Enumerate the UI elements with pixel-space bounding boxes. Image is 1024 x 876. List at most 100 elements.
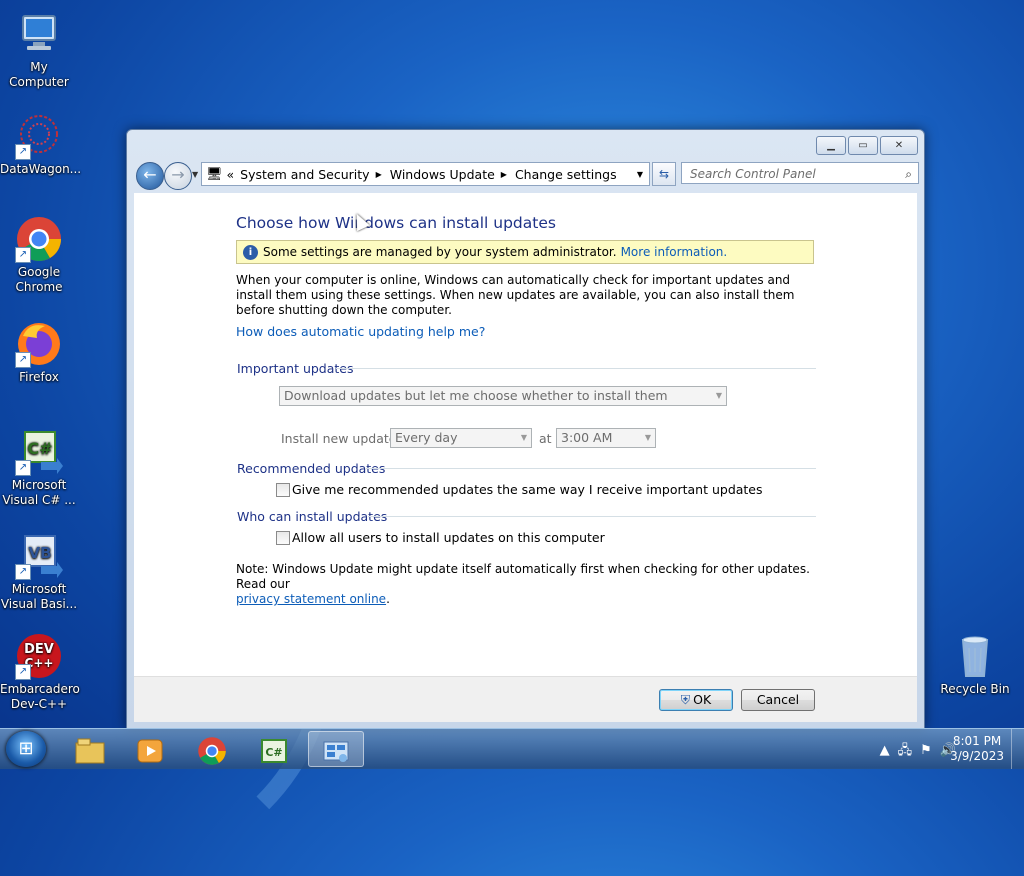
close-button[interactable]: ✕ [880, 136, 918, 155]
action-center-flag-icon[interactable]: ⚑ [920, 743, 940, 758]
shortcut-arrow-icon: ↗ [15, 460, 31, 476]
breadcrumb-change-settings[interactable]: Change settings [515, 167, 617, 182]
allow-all-users-label[interactable]: Allow all users to install updates on th… [292, 530, 605, 545]
control-panel-icon: 🖥 [206, 166, 223, 182]
desktop-icon-visual-basic[interactable]: VB ↗ Microsoft Visual Basi... [0, 532, 78, 612]
install-label: Install new updates: [281, 431, 408, 446]
computer-icon [15, 10, 63, 58]
desktop-icon-label: Microsoft Visual Basi... [0, 582, 78, 611]
clock-time: 8:01 PM [952, 734, 1002, 748]
divider [366, 468, 816, 469]
install-day-value: Every day [395, 430, 458, 445]
desktop-icon-visual-csharp[interactable]: C# ↗ Microsoft Visual C# ... [0, 428, 78, 508]
firefox-icon: ↗ [15, 320, 63, 368]
breadcrumb-arrow-icon[interactable]: ▶ [376, 170, 382, 179]
chevron-down-icon: ▼ [644, 433, 651, 442]
who-can-install-heading: Who can install updates [237, 509, 388, 524]
shortcut-arrow-icon: ↗ [15, 564, 31, 580]
page-title: Choose how Windows can install updates [236, 214, 556, 232]
svg-text:VB: VB [28, 544, 51, 562]
show-hidden-icons-icon[interactable]: ▲ [880, 743, 898, 758]
shortcut-arrow-icon: ↗ [15, 664, 31, 680]
desktop-icon-label: DataWagon... [0, 162, 82, 176]
back-button[interactable]: ← [136, 162, 164, 190]
ok-button[interactable]: ⛨ OK [659, 689, 733, 711]
recommended-updates-label[interactable]: Give me recommended updates the same way… [292, 482, 763, 497]
desktop-icon-label: Microsoft Visual C# ... [2, 478, 76, 507]
svg-text:C#: C# [265, 746, 282, 759]
desktop-icon-label: Embarcadero Dev-C++ [0, 682, 80, 711]
install-day-select[interactable]: Every day ▼ [390, 428, 532, 448]
divider [368, 516, 816, 517]
info-icon: i [243, 244, 258, 260]
update-mode-select[interactable]: Download updates but let me choose wheth… [279, 386, 727, 406]
visual-csharp-taskbar-icon[interactable]: C# [246, 731, 302, 767]
minimize-button[interactable]: ▁ [816, 136, 846, 155]
description-text: When your computer is online, Windows ca… [236, 273, 795, 317]
windows-update-settings-window: ▁ ▭ ✕ ← → ▼ 🖥 « System and Security ▶ Wi… [126, 129, 925, 729]
info-text: Some settings are managed by your system… [263, 245, 617, 259]
recommended-updates-heading: Recommended updates [237, 461, 386, 476]
more-information-link[interactable]: More information. [621, 245, 728, 259]
desktop-icon-label: Google Chrome [15, 265, 63, 294]
chevron-down-icon: ▼ [520, 433, 527, 442]
control-panel-taskbar-icon[interactable] [308, 731, 364, 767]
note-end: . [386, 592, 390, 606]
devcpp-icon: DEV C++ ↗ [15, 632, 63, 680]
allow-all-users-checkbox[interactable] [276, 531, 290, 545]
ok-label: OK [693, 692, 712, 707]
desktop-icon-chrome[interactable]: ↗ Google Chrome [0, 215, 78, 295]
divider [336, 368, 816, 369]
note-body: Note: Windows Update might update itself… [236, 562, 810, 591]
shortcut-arrow-icon: ↗ [15, 352, 31, 368]
desktop-icon-label: Recycle Bin [940, 682, 1010, 696]
start-button[interactable]: ⊞ [6, 731, 46, 767]
install-time-select[interactable]: 3:00 AM ▼ [556, 428, 656, 448]
shortcut-arrow-icon: ↗ [15, 247, 31, 263]
recent-pages-chevron-icon[interactable]: ▼ [192, 170, 198, 179]
clock-date: 3/9/2023 [950, 749, 1004, 763]
breadcrumb-windows-update[interactable]: Windows Update [390, 167, 495, 182]
svg-text:DEV: DEV [24, 642, 54, 657]
desktop-icon-datawagon[interactable]: ↗ DataWagon... [0, 112, 82, 177]
help-link[interactable]: How does automatic updating help me? [236, 324, 485, 339]
chevron-down-icon: ▼ [715, 391, 722, 400]
address-bar[interactable]: 🖥 « System and Security ▶ Windows Update… [201, 162, 650, 186]
svg-text:C#: C# [27, 439, 52, 458]
dialog-footer: ⛨ OK Cancel [134, 676, 917, 722]
show-desktop-button[interactable] [1011, 729, 1024, 769]
desktop-icon-my-computer[interactable]: My Computer [0, 10, 78, 90]
explorer-taskbar-icon[interactable] [62, 731, 118, 767]
cancel-button[interactable]: Cancel [741, 689, 815, 711]
search-input[interactable]: Search Control Panel ⌕ [681, 162, 919, 184]
maximize-button[interactable]: ▭ [848, 136, 878, 155]
chrome-icon: ↗ [15, 215, 63, 263]
chrome-taskbar-icon[interactable] [184, 731, 240, 767]
media-player-taskbar-icon[interactable] [122, 731, 178, 767]
desktop-icon-label: Firefox [19, 370, 59, 384]
network-icon[interactable]: 🖧 [898, 743, 921, 758]
taskbar: ⊞ C# ▲🖧⚑🔊 8:01 PM 3/9/2023 [0, 728, 1024, 769]
clock[interactable]: 8:01 PM 3/9/2023 [950, 734, 1004, 764]
shortcut-arrow-icon: ↗ [15, 144, 31, 160]
desktop-icon-firefox[interactable]: ↗ Firefox [0, 320, 78, 385]
recycle-bin-icon [951, 632, 999, 680]
privacy-statement-link[interactable]: privacy statement online [236, 592, 386, 606]
settings-content: Choose how Windows can install updates i… [134, 193, 917, 676]
search-placeholder: Search Control Panel [690, 167, 816, 181]
visual-basic-icon: VB ↗ [15, 532, 63, 580]
breadcrumb-system-security[interactable]: System and Security [240, 167, 369, 182]
note-text: Note: Windows Update might update itself… [236, 562, 811, 607]
forward-button[interactable]: → [164, 162, 192, 190]
address-dropdown-icon[interactable]: ▼ [637, 170, 643, 179]
update-mode-value: Download updates but let me choose wheth… [284, 388, 668, 403]
recommended-updates-checkbox[interactable] [276, 483, 290, 497]
refresh-button[interactable]: ⇆ [652, 162, 676, 186]
cancel-label: Cancel [756, 692, 800, 707]
navigation-bar: ← → ▼ 🖥 « System and Security ▶ Windows … [135, 161, 919, 190]
breadcrumb-arrow-icon[interactable]: ▶ [501, 170, 507, 179]
desktop-icon-devcpp[interactable]: DEV C++ ↗ Embarcadero Dev-C++ [0, 632, 80, 712]
address-overflow[interactable]: « [227, 167, 235, 182]
search-icon[interactable]: ⌕ [905, 163, 912, 185]
desktop-icon-recycle-bin[interactable]: Recycle Bin [936, 632, 1014, 697]
